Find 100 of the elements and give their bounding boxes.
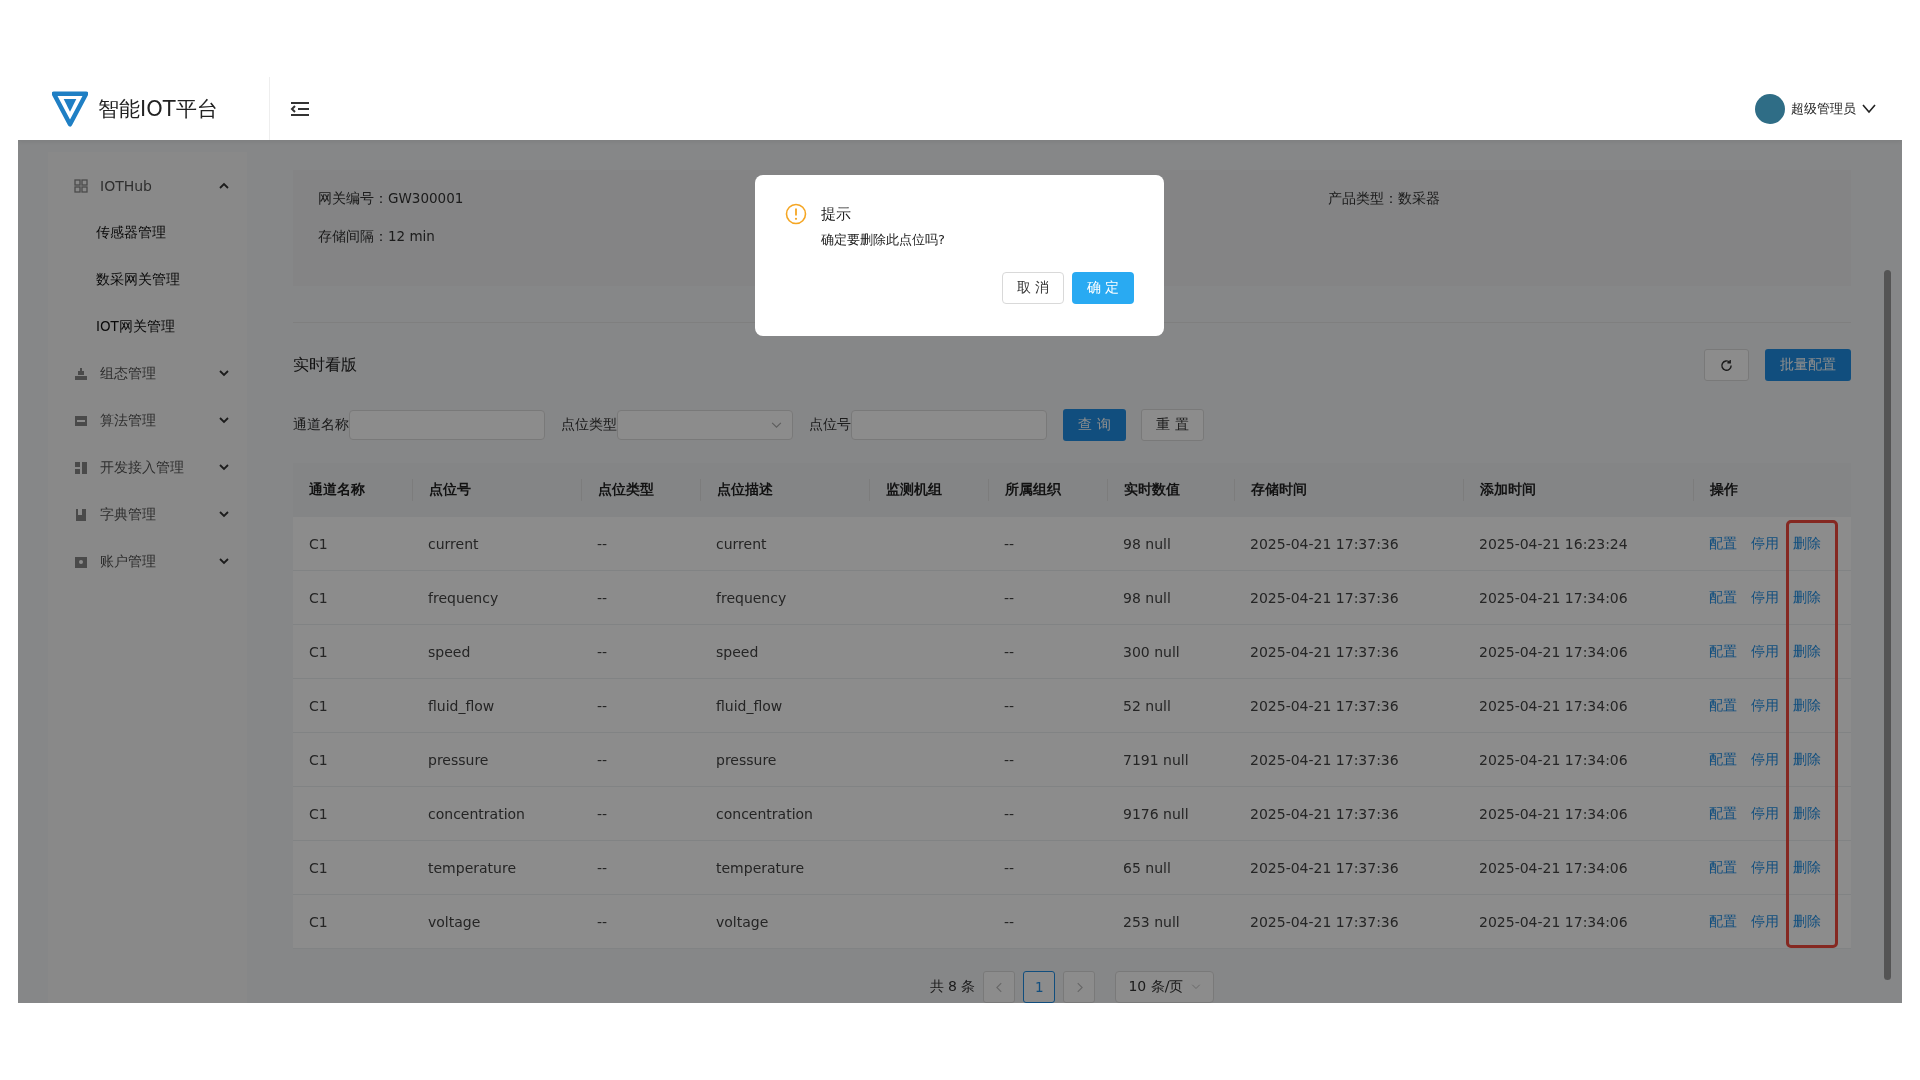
action-link[interactable]: 删除 [1793,750,1821,769]
table-cell: -- [1004,535,1015,552]
action-link[interactable]: 删除 [1793,804,1821,823]
sidebar-subitem[interactable]: 传感器管理 [48,209,247,256]
action-link[interactable]: 配置 [1709,804,1737,823]
chevron-down-icon[interactable] [1862,103,1876,114]
table-cell: 2025-04-21 17:34:06 [1479,697,1628,714]
table-cell: 2025-04-21 16:23:24 [1479,535,1628,552]
action-link[interactable]: 配置 [1709,750,1737,769]
prev-page-button[interactable] [983,971,1016,1003]
table-cell: 2025-04-21 17:34:06 [1479,859,1628,876]
sidebar-item[interactable]: 组态管理 [48,350,247,397]
id-card-icon [74,554,88,569]
table-cell: -- [1004,589,1015,606]
action-link[interactable]: 停用 [1751,534,1779,553]
table-cell: fluid_flow [428,697,495,714]
sidebar-subitem[interactable]: IOT网关管理 [48,303,247,350]
avatar[interactable] [1755,93,1785,124]
table-cell: concentration [428,805,525,822]
refresh-icon [1720,358,1733,372]
action-link[interactable]: 停用 [1751,588,1779,607]
action-link[interactable]: 删除 [1793,642,1821,661]
table-cell: -- [597,751,608,768]
action-link[interactable]: 删除 [1793,588,1821,607]
filter-label: 通道名称 [293,416,349,434]
sidebar-subitem[interactable]: 数采网关管理 [48,256,247,303]
section-title: 实时看版 [293,354,358,376]
action-link[interactable]: 删除 [1793,696,1821,715]
action-link[interactable]: 删除 [1793,858,1821,877]
chevron-down-icon [219,511,229,518]
sidebar-item[interactable]: 账户管理 [48,538,247,585]
action-link[interactable]: 停用 [1751,750,1779,769]
action-link[interactable]: 配置 [1709,588,1737,607]
table-cell: -- [597,913,608,930]
dialog-title: 提示 [821,204,851,224]
page-button[interactable]: 1 [1023,971,1056,1003]
select-field[interactable] [617,410,793,440]
chevron-down-icon [219,558,229,565]
column-header: 存储时间 [1251,481,1307,499]
table-cell: -- [597,535,608,552]
table-cell: C1 [309,589,328,606]
grid-icon [74,178,88,193]
batch-config-button[interactable]: 批量配置 [1765,349,1851,381]
chevron-down-icon [219,370,229,377]
sidebar-item[interactable]: 字典管理 [48,491,247,538]
table-cell: C1 [309,859,328,876]
action-link[interactable]: 删除 [1793,534,1821,553]
action-link[interactable]: 配置 [1709,534,1737,553]
table-cell: speed [428,643,471,660]
sidebar-item[interactable]: 开发接入管理 [48,444,247,491]
table-cell: 2025-04-21 17:37:36 [1250,913,1399,930]
action-link[interactable]: 停用 [1751,642,1779,661]
refresh-button[interactable] [1704,349,1749,381]
table-cell: -- [597,643,608,660]
query-button[interactable]: 查 询 [1063,409,1126,441]
table-cell: frequency [716,589,787,606]
sidebar-item[interactable]: 算法管理 [48,397,247,444]
table-cell: -- [597,859,608,876]
logo-icon [52,89,88,128]
sidebar-item[interactable]: IOTHub [48,162,247,209]
table-cell: 2025-04-21 17:37:36 [1250,697,1399,714]
action-link[interactable]: 配置 [1709,912,1737,931]
cancel-button[interactable]: 取 消 [1002,272,1064,304]
table-cell: -- [1004,859,1015,876]
table-cell: 98 null [1123,589,1171,606]
table-cell: current [428,535,479,552]
user-name[interactable]: 超级管理员 [1791,99,1856,118]
column-header: 监测机组 [886,481,942,499]
info-field: 网关编号：GW300001 [318,190,464,208]
table-cell: C1 [309,697,328,714]
table-cell: -- [1004,913,1015,930]
column-header: 实时数值 [1124,481,1180,499]
action-link[interactable]: 停用 [1751,696,1779,715]
action-link[interactable]: 停用 [1751,858,1779,877]
action-link[interactable]: 停用 [1751,912,1779,931]
action-link[interactable]: 配置 [1709,858,1737,877]
action-link[interactable]: 停用 [1751,804,1779,823]
info-field: 产品类型：数采器 [1328,190,1440,208]
chevron-left-icon [995,981,1003,993]
table-cell: 2025-04-21 17:37:36 [1250,643,1399,660]
card-icon [74,413,88,428]
table-cell: temperature [428,859,516,876]
confirm-button[interactable]: 确 定 [1072,272,1134,304]
action-link[interactable]: 配置 [1709,696,1737,715]
menu-icon[interactable] [290,100,310,117]
table-cell: -- [1004,805,1015,822]
page-size-select[interactable]: 10 条/页 [1115,971,1215,1003]
table-cell: pressure [428,751,489,768]
table-cell: temperature [716,859,804,876]
table-cell: 2025-04-21 17:34:06 [1479,751,1628,768]
next-page-button[interactable] [1063,971,1096,1003]
book-icon [74,507,88,522]
action-link[interactable]: 删除 [1793,912,1821,931]
reset-button[interactable]: 重 置 [1141,409,1204,441]
action-link[interactable]: 配置 [1709,642,1737,661]
chevron-down-icon [219,464,229,471]
table-cell: 2025-04-21 17:34:06 [1479,913,1628,930]
table-cell: 253 null [1123,913,1180,930]
table-cell: frequency [428,589,499,606]
table-cell: 2025-04-21 17:34:06 [1479,589,1628,606]
